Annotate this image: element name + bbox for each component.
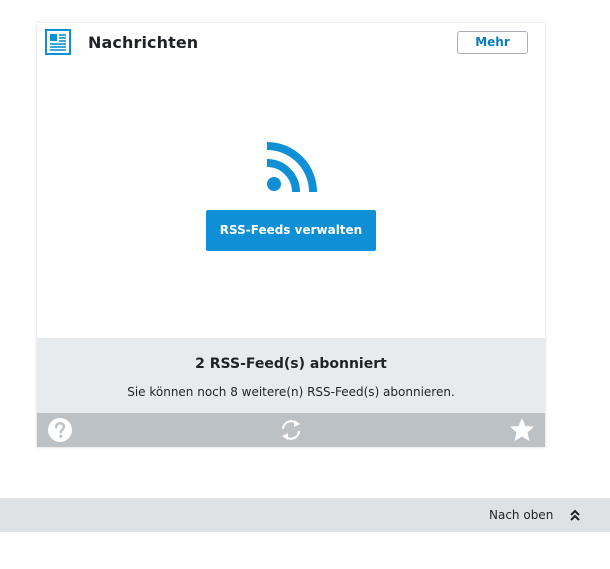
back-to-top-link[interactable]: Nach oben	[489, 498, 553, 532]
more-button[interactable]: Mehr	[457, 31, 528, 54]
newspaper-icon	[45, 29, 71, 55]
double-chevron-up-icon[interactable]	[569, 509, 581, 521]
subscription-info: 2 RSS-Feed(s) abonniert Sie können noch …	[37, 338, 545, 413]
rss-icon	[266, 142, 317, 193]
page-footer-bar: Nach oben	[0, 498, 610, 532]
refresh-icon[interactable]	[278, 417, 304, 443]
widget-footer	[37, 413, 545, 447]
news-widget: Nachrichten Mehr RSS-Feeds verwalten 2 R…	[37, 23, 545, 447]
help-icon[interactable]	[47, 417, 73, 443]
widget-header: Nachrichten Mehr	[37, 23, 545, 69]
star-icon[interactable]	[509, 417, 535, 443]
subscription-count: 2 RSS-Feed(s) abonniert	[195, 356, 387, 372]
subscription-remaining: Sie können noch 8 weitere(n) RSS-Feed(s)…	[127, 385, 455, 399]
widget-title: Nachrichten	[88, 33, 199, 52]
manage-rss-feeds-button[interactable]: RSS-Feeds verwalten	[206, 210, 376, 251]
